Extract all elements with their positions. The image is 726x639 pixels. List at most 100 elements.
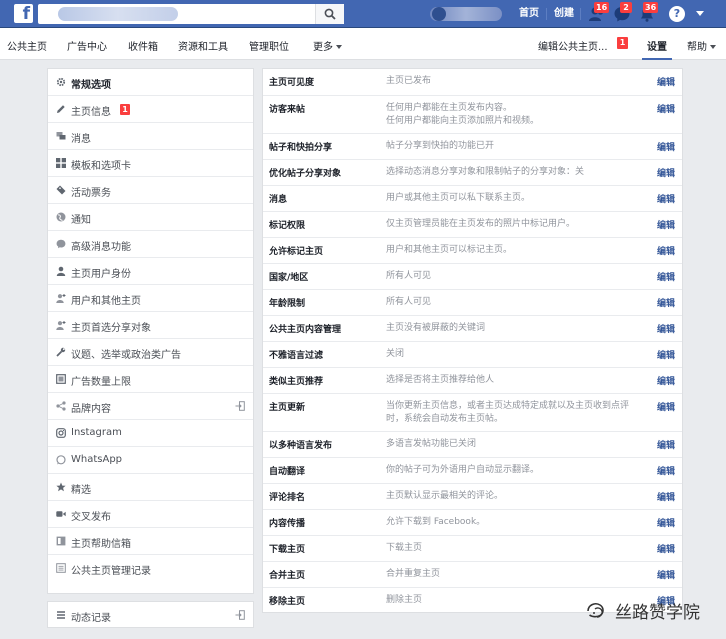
sidebar-item-featured[interactable]: 精选 — [48, 474, 253, 501]
sidebar-item-event-tickets[interactable]: 活动票务 — [48, 177, 253, 204]
page-navigation: 公共主页 广告中心 收件箱 资源和工具 管理职位 更多 编辑公共主页... 1 … — [0, 28, 726, 60]
sidebar-badge: 1 — [120, 104, 130, 115]
setting-name: 自动翻译 — [269, 467, 306, 477]
tab-inbox[interactable]: 收件箱 — [128, 38, 158, 53]
tab-ad-center[interactable]: 广告中心 — [67, 38, 107, 53]
setting-name: 优化帖子分享对象 — [269, 169, 342, 179]
edit-link[interactable]: 编辑 — [657, 438, 675, 451]
edit-link[interactable]: 编辑 — [657, 374, 675, 387]
sidebar-item-page-info[interactable]: 主页信息 1 — [48, 96, 253, 123]
active-tab-indicator — [642, 58, 672, 60]
search-button[interactable] — [315, 4, 344, 24]
setting-value: 用户和其他主页可以标记主页。 — [386, 245, 513, 255]
settings-row: 访客来帖 任何用户都能在主页发布内容。 任何用户都能向主页添加照片和视频。 编辑 — [263, 96, 682, 134]
edit-page-badge: 1 — [617, 37, 628, 49]
edit-link[interactable]: 编辑 — [657, 166, 675, 179]
avatar[interactable] — [432, 7, 446, 21]
tab-publishing-tools[interactable]: 资源和工具 — [178, 38, 228, 53]
sidebar-item-crossposting[interactable]: 交叉发布 — [48, 501, 253, 528]
setting-name: 主页更新 — [269, 403, 306, 413]
sidebar-item-support-inbox[interactable]: 主页帮助信箱 — [48, 528, 253, 555]
edit-link[interactable]: 编辑 — [657, 218, 675, 231]
edit-link[interactable]: 编辑 — [657, 400, 675, 413]
sidebar-item-label: 高级消息功能 — [71, 242, 131, 253]
setting-name: 合并主页 — [269, 571, 306, 581]
setting-name: 允许标记主页 — [269, 247, 324, 257]
home-link[interactable]: 首页 — [519, 7, 539, 21]
tab-more[interactable]: 更多 — [313, 38, 342, 53]
sidebar-item-templates-tabs[interactable]: 模板和选项卡 — [48, 150, 253, 177]
edit-page-info-link[interactable]: 编辑公共主页... — [538, 38, 608, 53]
edit-link[interactable]: 编辑 — [657, 516, 675, 529]
sidebar-item-label: 主页用户身份 — [71, 269, 131, 280]
branded-content-icon — [56, 401, 66, 411]
setting-value: 主页已发布 — [386, 76, 432, 86]
list-icon — [56, 563, 66, 573]
create-link[interactable]: 创建 — [554, 7, 574, 21]
sidebar-item-advanced-messaging[interactable]: 高级消息功能 — [48, 231, 253, 258]
tab-manage-jobs[interactable]: 管理职位 — [249, 38, 289, 53]
settings-row: 标记权限 仅主页管理员能在主页发布的照片中标记用户。 编辑 — [263, 212, 682, 238]
edit-link[interactable]: 编辑 — [657, 568, 675, 581]
inbox-icon — [56, 536, 66, 546]
sidebar-item-label: WhatsApp — [71, 454, 123, 465]
setting-name: 标记权限 — [269, 221, 306, 231]
setting-value: 允许下载到 Facebook。 — [386, 517, 486, 527]
edit-link[interactable]: 编辑 — [657, 464, 675, 477]
setting-value: 所有人可见 — [386, 297, 432, 307]
setting-value: 关闭 — [386, 349, 405, 359]
edit-link[interactable]: 编辑 — [657, 244, 675, 257]
sidebar-item-label: 消息 — [71, 134, 91, 145]
sidebar-item-label: 议题、选举或政治类广告 — [71, 350, 181, 361]
setting-value: 下载主页 — [386, 543, 423, 553]
sidebar-item-page-roles[interactable]: 主页用户身份 — [48, 258, 253, 285]
sidebar-item-notifications[interactable]: 通知 — [48, 204, 253, 231]
sidebar-item-label: 广告数量上限 — [71, 377, 131, 388]
tab-help-label: 帮助 — [687, 42, 707, 53]
wrench-icon — [56, 347, 66, 357]
edit-link[interactable]: 编辑 — [657, 322, 675, 335]
sidebar-item-preferred-audience[interactable]: 主页首选分享对象 — [48, 312, 253, 339]
chevron-down-icon — [710, 45, 716, 49]
video-icon — [56, 511, 66, 517]
sidebar-item-label: 主页帮助信箱 — [71, 539, 131, 550]
setting-value: 选择动态消息分享对象和限制帖子的分享对象：关 — [386, 167, 585, 177]
sidebar-item-instagram[interactable]: Instagram — [48, 420, 253, 447]
edit-link[interactable]: 编辑 — [657, 75, 675, 88]
sidebar-item-political-ads[interactable]: 议题、选举或政治类广告 — [48, 339, 253, 366]
edit-link[interactable]: 编辑 — [657, 192, 675, 205]
edit-link[interactable]: 编辑 — [657, 542, 675, 555]
sidebar-item-general[interactable]: 常规选项 — [48, 69, 253, 96]
setting-value: 合并重复主页 — [386, 569, 441, 579]
facebook-logo[interactable]: f — [14, 4, 33, 23]
sidebar-item-messaging[interactable]: 消息 — [48, 123, 253, 150]
tab-settings[interactable]: 设置 — [647, 38, 667, 53]
whatsapp-icon — [56, 455, 66, 465]
edit-link[interactable]: 编辑 — [657, 296, 675, 309]
setting-name: 国家/地区 — [269, 273, 309, 283]
help-icon[interactable]: ? — [669, 6, 685, 22]
edit-link[interactable]: 编辑 — [657, 270, 675, 283]
sidebar-item-activity-log[interactable]: 动态记录 — [48, 602, 253, 629]
friend-requests-badge: 16 — [594, 2, 610, 13]
edit-link[interactable]: 编辑 — [657, 348, 675, 361]
setting-value: 当你更新主页信息，或者主页达成特定成就以及主页收到点评时，系统会自动发布主页帖。 — [386, 401, 630, 424]
edit-link[interactable]: 编辑 — [657, 490, 675, 503]
tab-page[interactable]: 公共主页 — [7, 38, 47, 53]
settings-sidebar: 常规选项 主页信息 1 消息 模板和选项卡 活动票务 通知 高级消息功能 主页用… — [47, 68, 254, 594]
tab-help[interactable]: 帮助 — [687, 38, 716, 53]
ticket-icon — [56, 185, 66, 195]
chevron-down-icon[interactable] — [696, 11, 704, 16]
setting-name: 移除主页 — [269, 597, 306, 607]
sidebar-item-label: 交叉发布 — [71, 512, 111, 523]
settings-row: 年龄限制 所有人可见 编辑 — [263, 290, 682, 316]
sidebar-item-page-management-history[interactable]: 公共主页管理记录 — [48, 555, 253, 582]
activity-log-box: 动态记录 — [47, 601, 254, 628]
sidebar-item-branded-content[interactable]: 品牌内容 — [48, 393, 253, 420]
sidebar-item-people-other-pages[interactable]: 用户和其他主页 — [48, 285, 253, 312]
edit-link[interactable]: 编辑 — [657, 140, 675, 153]
edit-link[interactable]: 编辑 — [657, 102, 675, 115]
user-icon — [56, 266, 66, 276]
sidebar-item-whatsapp[interactable]: WhatsApp — [48, 447, 253, 474]
sidebar-item-ad-limits[interactable]: 广告数量上限 — [48, 366, 253, 393]
